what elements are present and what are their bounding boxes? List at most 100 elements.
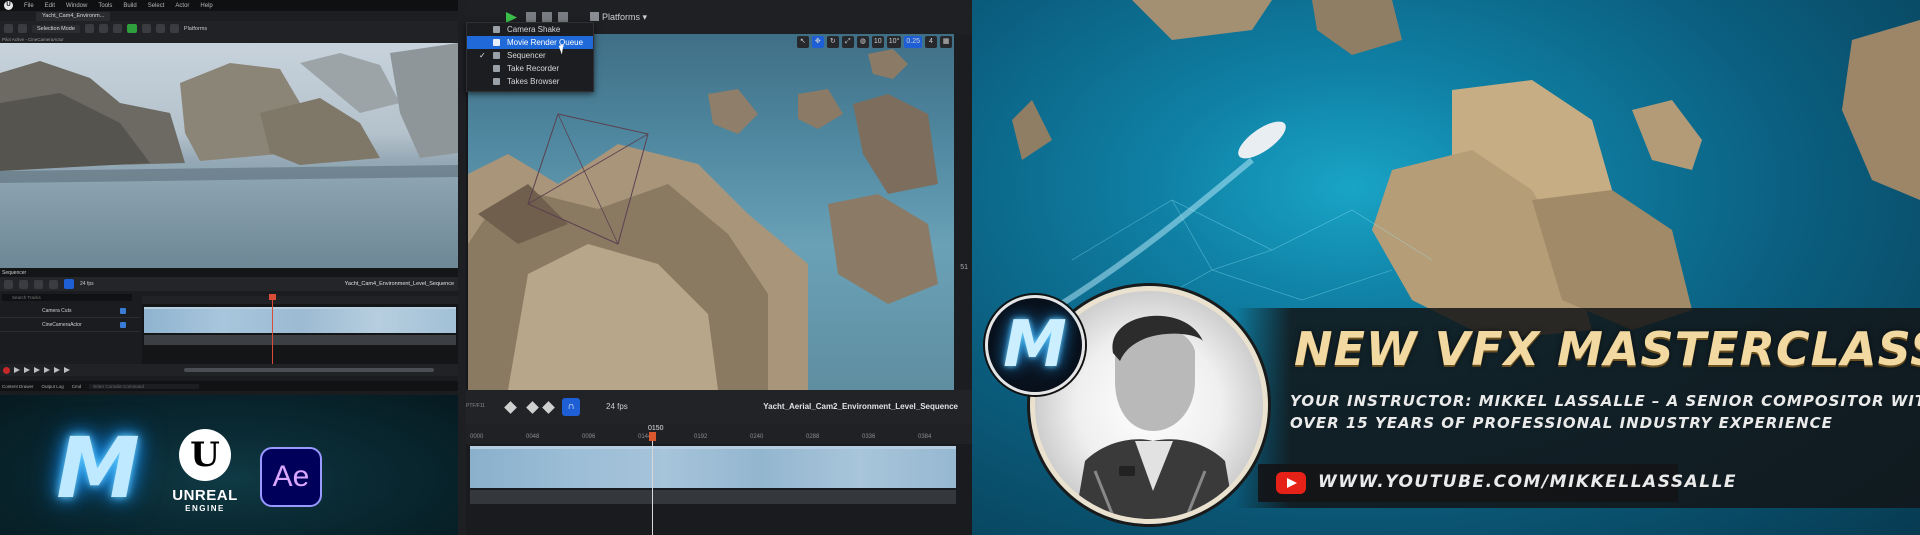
rotate-tool-icon[interactable]: ↻ — [826, 36, 839, 48]
menu-item-label: Sequencer — [507, 51, 546, 60]
move-tool-icon[interactable]: ✥ — [811, 36, 824, 48]
pause-button[interactable] — [141, 24, 151, 33]
take-recorder-icon — [493, 65, 500, 72]
sequencer-toolbar: 24 fps Yacht_Cam4_Environment_Level_Sequ… — [0, 277, 458, 291]
keyframe-icon[interactable] — [504, 401, 517, 414]
scale-snap-button[interactable]: 0.25 — [904, 36, 922, 48]
current-frame: 0150 — [648, 425, 664, 432]
camera-cut-icon[interactable] — [120, 308, 126, 314]
camera-speed-button[interactable]: 4 — [925, 36, 937, 48]
menu-item-movie-render-queue[interactable]: Movie Render Queue — [467, 36, 593, 49]
unreal-icon[interactable]: U — [4, 1, 13, 10]
level-viewport-left[interactable] — [0, 43, 458, 268]
world-icon[interactable]: ◍ — [856, 36, 869, 48]
ruler-tick: 0048 — [526, 434, 540, 440]
step-back-button[interactable] — [24, 367, 30, 373]
pause-icon[interactable] — [526, 12, 536, 22]
software-logos: M U UNREAL ENGINE Ae — [0, 395, 458, 535]
angle-snap-button[interactable]: 10° — [886, 36, 902, 48]
menu-help[interactable]: Help — [200, 3, 212, 9]
menu-tools[interactable]: Tools — [98, 3, 112, 9]
track-row-cinecamera[interactable]: CineCameraActor — [0, 318, 140, 332]
cinematics-icon[interactable] — [112, 24, 122, 33]
menu-item-label: Movie Render Queue — [507, 38, 584, 47]
content-icon[interactable] — [18, 24, 27, 33]
play-button[interactable] — [34, 367, 40, 373]
platforms-label: Platforms — [602, 12, 641, 22]
add-actor-icon[interactable] — [84, 24, 94, 33]
level-tab[interactable]: Yacht_Cam4_Environm... — [36, 12, 111, 21]
sequencer-tab[interactable]: Sequencer — [0, 268, 458, 277]
after-effects-logo: Ae — [260, 447, 322, 507]
playhead[interactable] — [269, 294, 276, 374]
jump-end-button[interactable] — [54, 367, 60, 373]
filter-icon[interactable] — [49, 279, 58, 289]
camera-track-clip[interactable] — [470, 490, 956, 504]
layout-icon[interactable]: ▦ — [940, 36, 952, 48]
takes-browser-icon — [493, 78, 500, 85]
menu-item-take-recorder[interactable]: Take Recorder — [467, 62, 593, 75]
content-drawer-button[interactable]: Content Drawer — [2, 384, 34, 389]
camera-icon[interactable] — [19, 279, 28, 289]
details-number: 51 — [960, 264, 968, 271]
ruler-tick: 0336 — [862, 434, 876, 440]
status-bar: Content Drawer Output Log Cmd Enter Cons… — [0, 381, 458, 391]
select-tool-icon[interactable]: ↖ — [796, 36, 809, 48]
menu-actor[interactable]: Actor — [175, 3, 189, 9]
timeline-area[interactable] — [142, 296, 458, 366]
camera-track-clip[interactable] — [144, 335, 456, 345]
snap-magnet-icon[interactable] — [64, 279, 74, 289]
document-tab-bar: Yacht_Cam4_Environm... — [0, 11, 458, 21]
youtube-channel-url[interactable]: WWW.YOUTUBE.COM/MIKKELLASSALLE — [1318, 472, 1737, 492]
right-details-strip: 51 — [954, 34, 972, 390]
camera-lock-icon[interactable] — [120, 322, 126, 328]
ruler-tick: 0192 — [694, 434, 708, 440]
menu-file[interactable]: File — [24, 3, 34, 9]
track-row-camera-cuts[interactable]: Camera Cuts — [0, 304, 140, 318]
record-button[interactable] — [3, 366, 10, 374]
menu-build[interactable]: Build — [123, 3, 136, 9]
eject-icon[interactable] — [558, 12, 568, 22]
stop-button[interactable] — [155, 24, 165, 33]
cmd-label[interactable]: Cmd — [72, 384, 82, 389]
platforms-dropdown[interactable]: Platforms ▾ — [590, 12, 647, 23]
main-toolbar: Selection Mode Platforms — [0, 21, 458, 36]
render-icon[interactable] — [34, 279, 43, 289]
jump-start-button[interactable] — [14, 367, 20, 373]
more-icon[interactable] — [169, 24, 179, 33]
menu-window[interactable]: Window — [66, 3, 87, 9]
menu-item-sequencer[interactable]: ✓ Sequencer — [467, 49, 593, 62]
menu-edit[interactable]: Edit — [45, 3, 55, 9]
left-side-strip — [458, 0, 466, 535]
play-button[interactable] — [126, 24, 137, 33]
search-tracks-input[interactable]: Search Tracks — [2, 294, 132, 301]
timeline-scrollbar[interactable] — [184, 368, 434, 372]
playhead[interactable] — [649, 432, 656, 535]
camera-cut-clip[interactable] — [470, 446, 956, 488]
scale-tool-icon[interactable]: ⤢ — [841, 36, 854, 48]
left-editor-window: U File Edit Window Tools Build Select Ac… — [0, 0, 458, 395]
menu-select[interactable]: Select — [148, 3, 165, 9]
fps-dropdown[interactable]: 24 fps — [80, 281, 94, 287]
menu-item-camera-shake-previewer[interactable]: Camera Shake Previewer — [467, 23, 593, 47]
save-sequence-icon[interactable] — [4, 279, 13, 289]
ptf-label: PTF/F11 — [466, 403, 486, 409]
save-icon[interactable] — [4, 24, 13, 33]
selection-mode-dropdown[interactable]: Selection Mode — [32, 24, 80, 33]
fps-dropdown[interactable]: 24 fps — [606, 402, 628, 411]
time-ruler — [142, 296, 458, 304]
platforms-dropdown[interactable]: Platforms — [184, 26, 207, 32]
grid-snap-button[interactable]: 10 — [871, 36, 884, 48]
time-ruler[interactable]: 0150 0000 0048 0096 0144 0192 0240 0288 … — [466, 424, 972, 444]
stop-icon[interactable] — [542, 12, 552, 22]
blueprint-icon[interactable] — [98, 24, 108, 33]
step-forward-button[interactable] — [44, 367, 50, 373]
output-log-button[interactable]: Output Log — [42, 384, 64, 389]
loop-button[interactable] — [64, 367, 70, 373]
camera-cut-clip[interactable] — [144, 307, 456, 333]
console-command-input[interactable]: Enter Console Command — [89, 383, 200, 389]
pen-icon[interactable] — [542, 401, 555, 414]
snap-magnet-icon[interactable]: ∩ — [562, 398, 580, 416]
keyframe-filled-icon[interactable] — [526, 401, 539, 414]
menu-item-takes-browser[interactable]: Takes Browser — [467, 75, 593, 88]
